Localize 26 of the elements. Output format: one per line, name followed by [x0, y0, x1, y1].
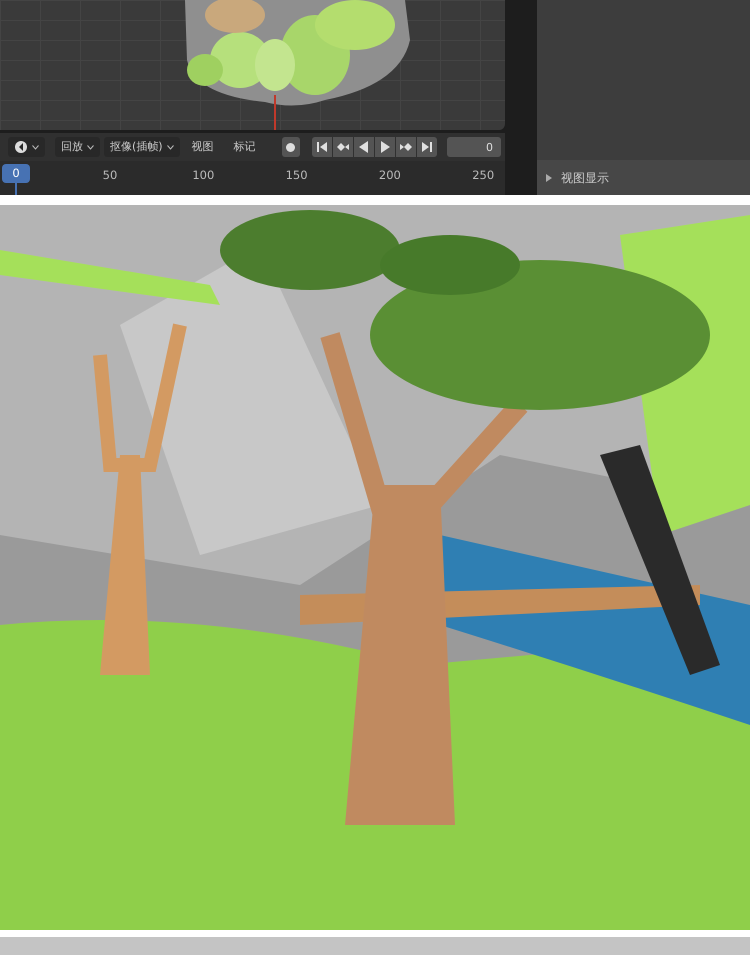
frame-number: 250: [472, 167, 494, 184]
next-keyframe-icon[interactable]: [396, 137, 416, 157]
caret-icon: [87, 144, 94, 150]
panel-section-header[interactable]: 视图显示: [561, 168, 609, 186]
jump-to-start-icon[interactable]: [312, 137, 332, 157]
expand-arrow-icon[interactable]: [545, 174, 553, 182]
record-dot-icon: [286, 142, 296, 152]
frame-number: 50: [102, 167, 118, 184]
previous-keyframe-icon[interactable]: [332, 137, 353, 157]
menu-item[interactable]: 标记: [226, 138, 264, 156]
frame-input-field[interactable]: 0: [447, 137, 501, 157]
dropdown-menu-button[interactable]: 抠像(插帧): [104, 137, 180, 157]
play-reverse-icon[interactable]: [354, 137, 374, 157]
menu-item[interactable]: 视图: [184, 138, 222, 156]
caret-icon: [166, 144, 174, 150]
frame-number: 150: [286, 167, 308, 184]
caret-icon: [32, 144, 39, 150]
frame-number: 100: [192, 167, 214, 184]
editor-type-button[interactable]: [8, 137, 45, 157]
play-icon[interactable]: [374, 137, 395, 157]
jump-to-end-icon[interactable]: [416, 137, 437, 157]
frame-number: 200: [378, 167, 401, 184]
timeline-ruler[interactable]: 0 50 100 150 200 250: [0, 161, 505, 195]
dropdown-menu-button[interactable]: 回放: [55, 137, 100, 157]
current-frame-indicator[interactable]: 0: [2, 164, 30, 183]
record-button[interactable]: [282, 137, 300, 157]
